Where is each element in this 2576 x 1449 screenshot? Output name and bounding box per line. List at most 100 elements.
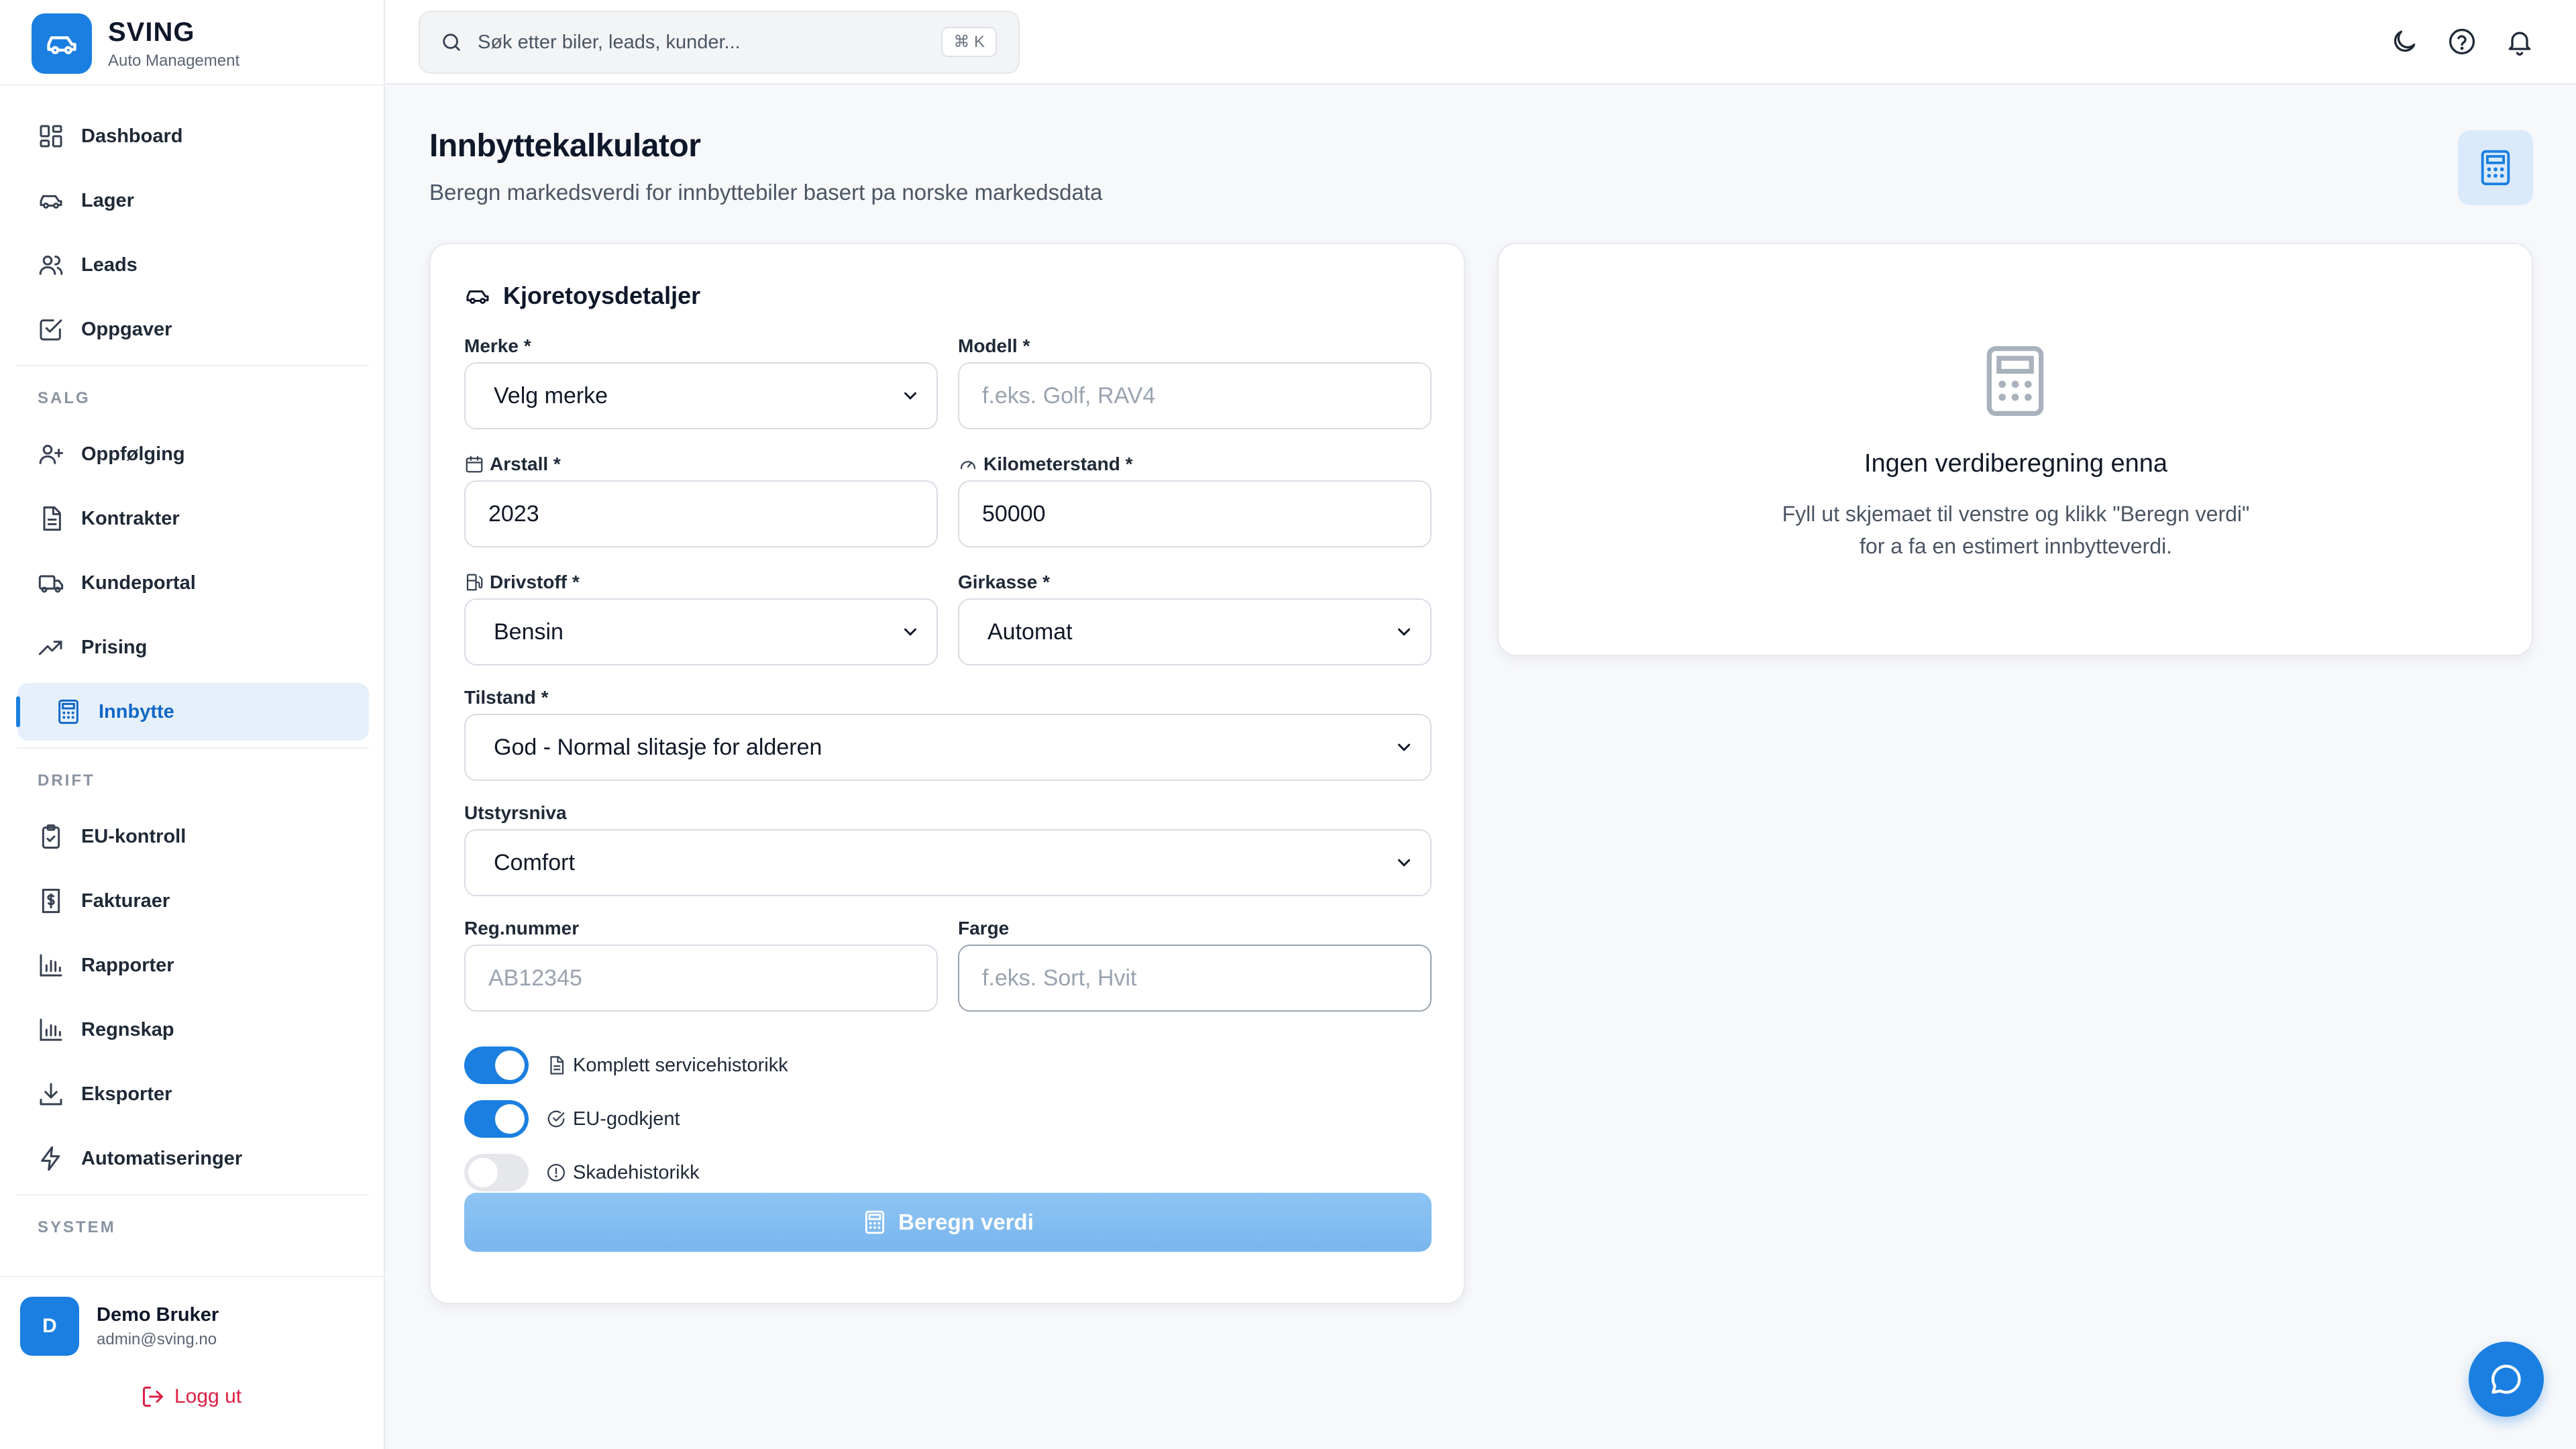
theme-toggle-button[interactable] — [2390, 27, 2419, 56]
sidebar-item-label: Fakturaer — [81, 890, 170, 912]
download-icon — [40, 1083, 62, 1106]
modell-input[interactable]: f.eks. Golf, RAV4 — [958, 362, 1432, 429]
damage-history-toggle[interactable] — [464, 1154, 529, 1191]
calculator-badge — [2458, 130, 2533, 205]
farge-placeholder: f.eks. Sort, Hvit — [982, 965, 1137, 991]
chevron-down-icon — [904, 628, 916, 636]
regnr-label: Reg.nummer — [464, 918, 580, 938]
sidebar-item-label: Leads — [81, 254, 138, 276]
help-button[interactable] — [2447, 27, 2477, 56]
page-subtitle: Beregn markedsverdi for innbyttebiler ba… — [429, 180, 1103, 205]
service-history-toggle[interactable] — [464, 1046, 529, 1084]
sidebar-item-oppfolging[interactable]: Oppfølging — [17, 425, 369, 483]
brand-subtitle: Auto Management — [108, 51, 240, 70]
merke-select[interactable]: Velg merke — [464, 362, 938, 429]
calculator-icon — [2481, 150, 2510, 186]
sidebar-item-kontrakter[interactable]: Kontrakter — [17, 490, 369, 547]
chevron-down-icon — [904, 392, 916, 400]
sidebar-item-innbytte[interactable]: Innbytte — [16, 683, 369, 741]
chat-bubble-icon — [2491, 1364, 2521, 1394]
chevron-down-icon — [1398, 628, 1410, 636]
clipboard-check-icon — [42, 824, 60, 849]
sidebar-item-lager[interactable]: Lager — [17, 172, 369, 229]
sidebar-item-eu-kontroll[interactable]: EU-kontroll — [17, 808, 369, 865]
tilstand-select[interactable]: God - Normal slitasje for alderen — [464, 714, 1432, 781]
bar-chart-icon — [40, 954, 62, 977]
sidebar-item-eksporter[interactable]: Eksporter — [17, 1065, 369, 1123]
eu-approved-label: EU-godkjent — [573, 1108, 680, 1130]
chat-button[interactable] — [2469, 1342, 2544, 1417]
sidebar-item-kundeportal[interactable]: Kundeportal — [17, 554, 369, 612]
car-portal-icon — [38, 575, 64, 593]
car-icon — [466, 290, 489, 304]
km-label: Kilometerstand * — [958, 453, 1133, 475]
utstyr-value: Comfort — [494, 849, 575, 875]
girkasse-select[interactable]: Automat — [958, 598, 1432, 665]
eu-approved-toggle[interactable] — [464, 1100, 529, 1138]
kilometerstand-input[interactable]: 50000 — [958, 480, 1432, 547]
drivstoff-label-text: Drivstoff * — [490, 572, 580, 592]
utstyr-select[interactable]: Comfort — [464, 829, 1432, 896]
notifications-button[interactable] — [2505, 27, 2534, 56]
sidebar-item-automatiseringer[interactable]: Automatiseringer — [17, 1130, 369, 1187]
user-plus-icon — [39, 445, 64, 464]
sidebar-divider — [0, 1276, 385, 1277]
topbar: ⌘ K — [385, 0, 2576, 85]
fuel-pump-icon — [466, 574, 483, 591]
search-input[interactable] — [476, 30, 935, 54]
farge-input[interactable]: f.eks. Sort, Hvit — [958, 945, 1432, 1012]
sidebar-item-prising[interactable]: Prising — [17, 619, 369, 676]
brand-title: SVING — [108, 17, 195, 47]
form-title-text: Kjoretoysdetaljer — [503, 282, 701, 309]
sidebar-item-label: Rapporter — [81, 954, 174, 976]
calendar-icon — [466, 455, 483, 473]
sidebar-item-dashboard[interactable]: Dashboard — [17, 107, 369, 165]
regnr-input[interactable]: AB12345 — [464, 945, 938, 1012]
section-label-drift: DRIFT — [38, 771, 95, 790]
arstall-value: 2023 — [488, 500, 539, 527]
user-profile[interactable]: D Demo Bruker admin@sving.no — [20, 1297, 219, 1356]
service-history-label: Komplett servicehistorikk — [573, 1054, 788, 1076]
sidebar-item-label: Oppfølging — [81, 443, 185, 465]
sidebar-divider — [16, 365, 369, 366]
sidebar-item-leads[interactable]: Leads — [17, 236, 369, 294]
drivstoff-select[interactable]: Bensin — [464, 598, 938, 665]
sidebar-item-regnskap[interactable]: Regnskap — [17, 1001, 369, 1059]
section-label-system: SYSTEM — [38, 1218, 116, 1236]
km-value: 50000 — [982, 500, 1046, 527]
search-bar[interactable]: ⌘ K — [419, 11, 1020, 74]
sidebar-divider — [0, 85, 385, 86]
page-title: Innbyttekalkulator — [429, 128, 701, 164]
calculate-value-button[interactable]: Beregn verdi — [464, 1193, 1432, 1252]
sidebar-item-label: EU-kontroll — [81, 825, 186, 847]
bar-chart-icon — [40, 1018, 62, 1041]
sidebar-item-fakturaer[interactable]: Fakturaer — [17, 872, 369, 930]
arstall-input[interactable]: 2023 — [464, 480, 938, 547]
logout-icon — [143, 1387, 163, 1407]
sidebar-item-label: Eksporter — [81, 1083, 172, 1105]
sidebar-item-rapporter[interactable]: Rapporter — [17, 936, 369, 994]
check-circle-icon — [547, 1110, 565, 1128]
damage-history-label: Skadehistorikk — [573, 1161, 700, 1183]
farge-label: Farge — [958, 918, 1010, 938]
document-icon — [550, 1056, 564, 1075]
logout-button[interactable]: Logg ut — [141, 1385, 241, 1409]
calculator-icon — [865, 1210, 885, 1234]
users-icon — [39, 256, 63, 275]
vehicle-form-card: Kjoretoysdetaljer Merke * Velg merke Mod… — [429, 243, 1465, 1304]
gauge-icon — [960, 461, 976, 470]
arstall-label: Arstall * — [464, 453, 561, 475]
result-card: Ingen verdiberegning enna Fyll ut skjema… — [1497, 243, 2533, 656]
moon-icon — [2394, 30, 2416, 52]
invoice-icon — [42, 888, 60, 914]
sidebar-item-label: Innbytte — [99, 700, 174, 722]
dashboard-icon — [40, 125, 62, 148]
sidebar-item-oppgaver[interactable]: Oppgaver — [17, 301, 369, 358]
user-name: Demo Bruker — [97, 1303, 219, 1326]
sidebar: SVING Auto Management Dashboard Lager Le… — [0, 0, 385, 1449]
toggle-row-service: Komplett servicehistorikk — [464, 1046, 788, 1084]
car-icon — [40, 195, 62, 209]
shortcut-hint: ⌘ K — [941, 27, 997, 57]
brand[interactable]: SVING Auto Management — [32, 13, 239, 74]
document-icon — [43, 506, 61, 531]
